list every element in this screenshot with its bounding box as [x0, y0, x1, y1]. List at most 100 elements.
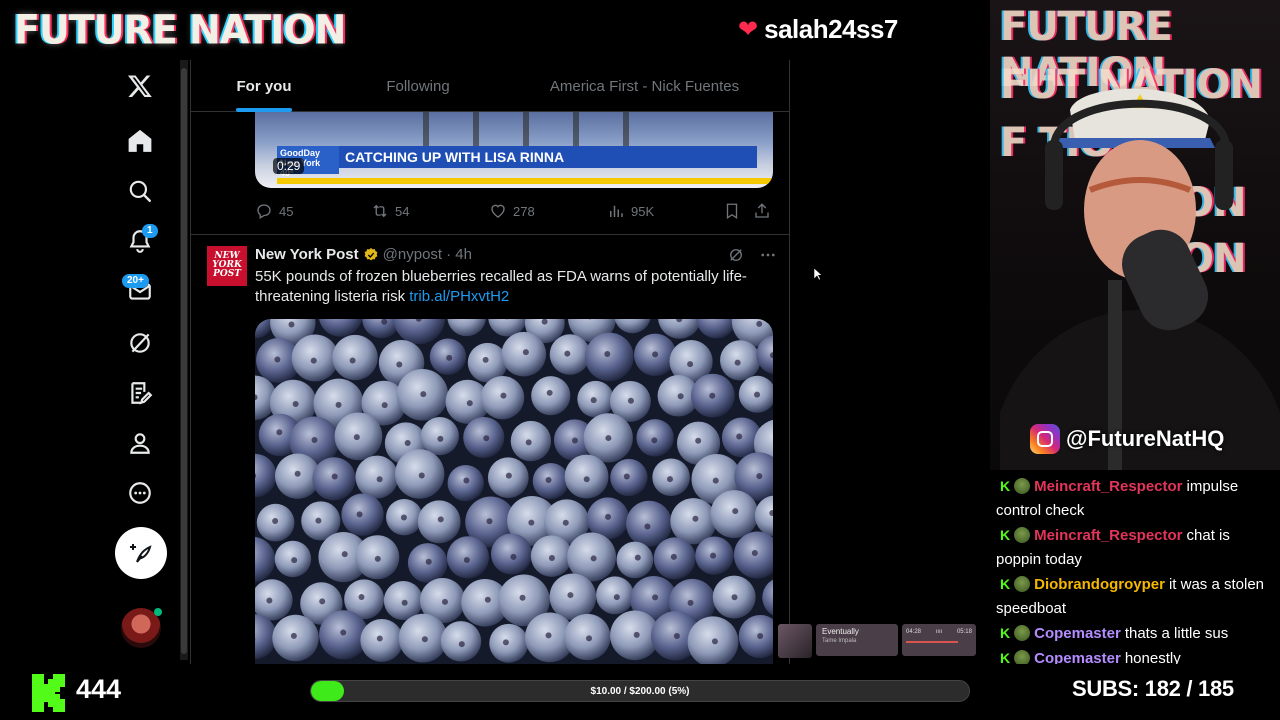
brand-logo-text: FUTURE NATION [14, 6, 346, 54]
share-button[interactable] [753, 202, 771, 220]
bell-icon[interactable]: 1 [115, 216, 165, 266]
video-lower-third: GoodDay New York 40° CATCHING UP WITH LI… [277, 146, 757, 178]
kick-badge-icon: K [1000, 527, 1011, 543]
streamer-name: salah24ss7 [764, 14, 898, 44]
tab-list[interactable]: America First - Nick Fuentes [499, 60, 789, 112]
tweet-text: 55K pounds of frozen blueberries recalle… [255, 267, 775, 307]
verified-badge-icon [364, 247, 378, 260]
reply-button[interactable]: 45 [255, 202, 293, 220]
chat-message: K Meincraft_Respector chat is poppin today [996, 523, 1276, 572]
chat-username[interactable]: Copemaster [1034, 650, 1121, 664]
album-art [778, 624, 812, 658]
video-player[interactable]: GoodDay New York 40° CATCHING UP WITH LI… [255, 112, 773, 188]
user-emote-icon [1014, 650, 1031, 664]
timeline: For you Following America First - Nick F… [190, 60, 790, 664]
nav-scrollbar[interactable] [180, 60, 188, 660]
chat-text: thats a little sus [1124, 625, 1229, 642]
heart-icon: ❤ [738, 15, 759, 43]
tweet-image-blueberries[interactable] [255, 319, 773, 664]
bookmark-button[interactable] [723, 202, 741, 220]
video-headline: CATCHING UP WITH LISA RINNA [339, 146, 757, 168]
like-button[interactable]: 278 [489, 202, 535, 220]
views-button[interactable]: 95K [607, 202, 654, 220]
grok-icon[interactable] [727, 246, 745, 264]
donation-goal-text: $10.00 / $200.00 (5%) [590, 685, 690, 697]
subscriber-goal: SUBS: 182 / 185 [1072, 676, 1234, 701]
tweet-time[interactable]: · 4h [446, 246, 472, 263]
instagram-handle-text: @FutureNatHQ [1066, 426, 1225, 451]
chat-username[interactable]: Meincraft_Respector [1034, 478, 1182, 495]
online-dot [154, 608, 162, 616]
user-emote-icon [1014, 527, 1031, 543]
tweet-actions: 45 54 278 95K [255, 200, 775, 222]
author-name[interactable]: New York Post [255, 246, 359, 263]
track-progress [906, 641, 958, 643]
kick-badge-icon: K [1000, 576, 1011, 592]
stream-chat: K Meincraft_Respector impulse control chec… [996, 474, 1276, 664]
grok-icon[interactable] [115, 318, 165, 368]
now-playing-widget: Eventually Tame Impala 04:28 ıııı 05:18 [778, 624, 978, 660]
stream-header: ❤ salah24ss7 [738, 14, 898, 45]
profile-icon[interactable] [115, 418, 165, 468]
donation-goal-bar: $10.00 / $200.00 (5%) [310, 680, 970, 702]
user-emote-icon [1014, 478, 1031, 494]
track-info: Eventually Tame Impala [816, 624, 898, 656]
scrollbar-thumb[interactable] [181, 68, 187, 654]
heart-outline-icon [491, 204, 505, 218]
video-ticker-bar [277, 178, 773, 184]
track-title: Eventually [822, 627, 859, 636]
mouse-cursor-icon [814, 268, 822, 280]
equalizer-icon: ıııı [935, 629, 943, 635]
repost-button[interactable]: 54 [371, 202, 409, 220]
instagram-handle: @FutureNatHQ [1030, 424, 1224, 454]
post-button[interactable] [115, 527, 167, 579]
tweet-divider [191, 234, 789, 235]
time-elapsed: 04:28 [906, 629, 922, 635]
lists-icon[interactable] [115, 368, 165, 418]
more-icon[interactable] [115, 468, 165, 518]
kick-badge-icon: K [1000, 650, 1011, 664]
chat-message: K Meincraft_Respector impulse control chec… [996, 474, 1276, 523]
video-duration: 0:29 [273, 158, 305, 174]
track-artist: Tame Impala [822, 638, 857, 644]
chat-message: K Diobrandogroyper it was a stolen speedbo… [996, 572, 1276, 621]
timeline-tabs: For you Following America First - Nick F… [191, 60, 789, 112]
feather-plus-icon [130, 544, 152, 563]
tab-for-you[interactable]: For you [191, 60, 337, 112]
tab-following[interactable]: Following [337, 60, 499, 112]
chat-username[interactable]: Diobrandogroyper [1034, 576, 1165, 593]
streamer-silhouette [1000, 88, 1280, 470]
user-emote-icon [1014, 576, 1031, 592]
search-icon[interactable] [115, 166, 165, 216]
user-emote-icon [1014, 625, 1031, 641]
views-count: 95K [631, 203, 655, 219]
messages-badge: 20+ [122, 274, 149, 288]
mail-icon[interactable]: 20+ [115, 266, 165, 316]
time-total: 05:18 [956, 629, 972, 635]
blueberries-photo [255, 319, 773, 664]
chat-username[interactable]: Copemaster [1034, 625, 1121, 642]
chat-text: honestly [1124, 650, 1181, 664]
x-logo-icon[interactable] [115, 61, 165, 111]
home-icon[interactable] [115, 116, 165, 166]
reply-count: 45 [279, 203, 294, 219]
repost-count: 54 [395, 203, 410, 219]
more-options-icon[interactable] [759, 246, 777, 264]
reply-icon [257, 204, 271, 219]
kick-badge-icon: K [1000, 478, 1011, 494]
kick-logo-icon [32, 674, 65, 712]
tweet-menu [727, 246, 777, 264]
x-sidebar-nav: 1 20+ [0, 60, 190, 664]
author-avatar[interactable]: NEW YORK POST [207, 246, 247, 286]
chat-username[interactable]: Meincraft_Respector [1034, 527, 1182, 544]
webcam-feed: FUTURE NATION FUT NATION F TION ON ON [990, 0, 1280, 470]
bookmark-icon [726, 203, 738, 220]
like-count: 278 [513, 203, 535, 219]
account-avatar[interactable] [121, 608, 162, 648]
chat-message: K Copemaster honestly [996, 646, 1276, 664]
repost-icon [373, 204, 387, 218]
tweet-link[interactable]: trib.al/PHxvtH2 [409, 288, 509, 305]
chat-message: K Copemaster thats a little sus [996, 621, 1276, 646]
playback-controls: 04:28 ıııı 05:18 [902, 624, 976, 656]
author-handle[interactable]: @nypost [383, 246, 442, 263]
